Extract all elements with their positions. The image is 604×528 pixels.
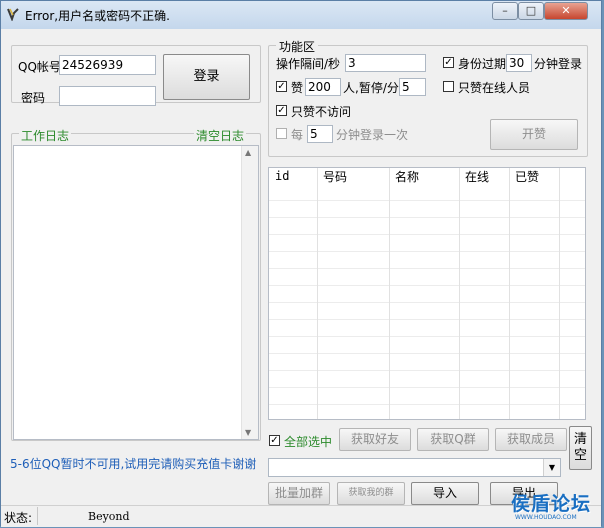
watermark-logo: 侯盾论坛 WWW.HOUDAO.COM [509,489,601,525]
qq-input[interactable]: 24526939 [59,55,156,75]
notice-text: 5-6位QQ暂时不可用,试用完请购买充值卡谢谢 [10,457,257,471]
like-label: 赞 [291,81,304,95]
app-icon [7,8,19,21]
qq-label: QQ帐号 [18,60,61,74]
dropdown-arrow-icon[interactable]: ▼ [543,459,560,476]
client-area: QQ帐号 24526939 密码 登录 工作日志 清空日志 ▲ ▼ 5-6位QQ… [6,29,598,521]
status-divider [37,507,38,525]
batch-join-button[interactable]: 批量加群 [268,482,330,505]
no-visit-label: 只赞不访问 [291,105,352,119]
every-suffix: 分钟登录一次 [336,128,409,142]
no-visit-checkbox[interactable]: ✓ [276,105,287,116]
identity-suffix: 分钟登录 [534,57,583,71]
col-name[interactable]: 名称 [395,168,419,185]
every-checkbox[interactable] [276,128,287,139]
online-only-checkbox[interactable] [443,81,454,92]
interval-input[interactable]: 3 [345,54,426,72]
get-my-groups-button[interactable]: 获取我的群 [337,482,405,505]
col-liked[interactable]: 已赞 [515,168,539,185]
clear-log-link[interactable]: 清空日志 [194,127,247,144]
col-divider [509,168,510,419]
log-scrollbar[interactable]: ▲ ▼ [241,146,258,439]
every-input[interactable]: 5 [307,125,333,143]
identity-label: 身份过期 [458,57,507,71]
col-divider [459,168,460,419]
start-like-button[interactable]: 开赞 [490,119,578,150]
get-friends-button[interactable]: 获取好友 [339,428,411,451]
select-all-checkbox[interactable]: ✓ [269,435,280,446]
maximize-button[interactable]: □ [518,2,544,20]
window-title: Error,用户名或密码不正确. [25,9,170,23]
clear-list-button[interactable]: 清空 [569,426,592,470]
close-button[interactable]: ✕ [544,2,588,20]
status-label: 状态: [4,511,33,525]
col-divider [317,168,318,419]
like-checkbox[interactable]: ✓ [276,81,287,92]
pause-label: 人,暂停/分 [343,81,399,95]
import-button[interactable]: 导入 [411,482,479,505]
function-title: 功能区 [276,38,319,55]
title-bar: Error,用户名或密码不正确. – □ ✕ [1,1,601,29]
watermark-subtext: WWW.HOUDAO.COM [515,514,577,521]
identity-input[interactable]: 30 [506,54,532,72]
result-table[interactable]: id 号码 名称 在线 已赞 [268,167,586,420]
minimize-button[interactable]: – [492,2,518,20]
interval-label: 操作隔间/秒 [276,57,341,71]
scroll-up-icon[interactable]: ▲ [245,148,251,157]
select-all-label: 全部选中 [284,435,333,449]
watermark-text: 侯盾论坛 [511,493,592,515]
get-groups-button[interactable]: 获取Q群 [417,428,489,451]
every-label: 每 [291,128,304,142]
like-count-input[interactable]: 200 [305,78,341,96]
password-input[interactable] [59,86,156,106]
group-dropdown[interactable]: ▼ [268,458,561,477]
login-button[interactable]: 登录 [163,54,250,100]
scroll-down-icon[interactable]: ▼ [245,428,251,437]
col-id[interactable]: id [275,169,289,183]
main-window: Error,用户名或密码不正确. – □ ✕ QQ帐号 24526939 密码 … [0,0,602,527]
pause-input[interactable]: 5 [399,78,426,96]
status-value: Beyond [88,510,130,523]
log-title: 工作日志 [19,127,72,144]
col-online[interactable]: 在线 [465,168,489,185]
online-only-label: 只赞在线人员 [458,81,531,95]
get-members-button[interactable]: 获取成员 [495,428,567,451]
col-number[interactable]: 号码 [323,168,347,185]
password-label: 密码 [21,91,46,105]
identity-checkbox[interactable]: ✓ [443,57,454,68]
log-textarea[interactable]: ▲ ▼ [13,145,259,440]
col-divider [389,168,390,419]
col-divider [559,168,560,419]
